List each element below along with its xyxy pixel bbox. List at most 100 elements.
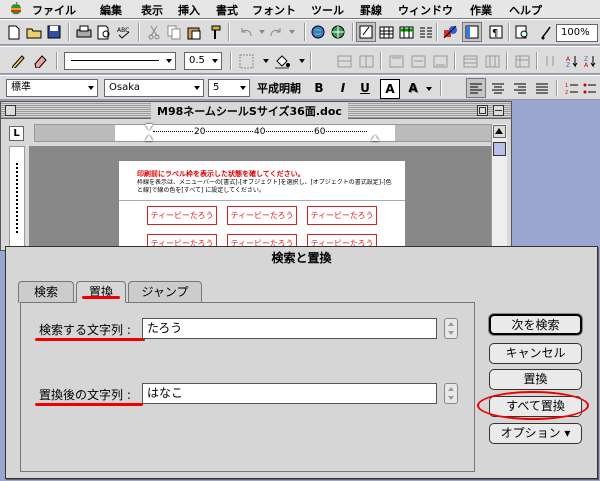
paste-icon[interactable] (184, 22, 204, 42)
zoom-icon[interactable] (512, 22, 532, 42)
text-direction-icon[interactable] (540, 51, 560, 71)
insert-table-icon[interactable] (376, 22, 396, 42)
horizontal-ruler[interactable]: 20 40 60 (34, 124, 494, 142)
tab-find[interactable]: 検索 (18, 281, 74, 303)
replace-input[interactable]: はなこ (142, 383, 437, 404)
menu-table[interactable]: 罫線 (360, 2, 382, 18)
menu-insert[interactable]: 挿入 (178, 2, 200, 18)
insert-excel-icon[interactable] (396, 22, 416, 42)
tab-stop-selector[interactable]: L (9, 126, 24, 141)
zoom-box-icon[interactable] (477, 105, 488, 116)
spelling-icon[interactable]: ABC (114, 22, 134, 42)
menu-font[interactable]: フォント (252, 2, 296, 18)
line-weight-combo[interactable]: 0.5 (184, 52, 222, 70)
fill-color-icon[interactable] (272, 51, 292, 71)
style-combo[interactable]: 標準 (6, 79, 98, 97)
menu-file[interactable]: ファイル (32, 2, 76, 18)
align-left-icon[interactable] (466, 78, 486, 98)
menu-view[interactable]: 表示 (141, 2, 163, 18)
document-page[interactable]: 印刷前にラベル枠を表示した状態を確してください。 枠線を表示は、メニューバーの[… (119, 161, 405, 253)
eraser-icon[interactable] (30, 51, 50, 71)
line-style-combo[interactable] (64, 52, 176, 70)
distribute-rows-icon[interactable] (460, 51, 480, 71)
bold-button[interactable]: B (310, 78, 328, 98)
mincho-font-button[interactable]: 平成明朝 (254, 78, 304, 98)
cancel-button[interactable]: キャンセル (489, 343, 582, 364)
copy-icon[interactable] (164, 22, 184, 42)
show-hide-icon[interactable]: ¶ (486, 22, 506, 42)
menu-edit[interactable]: 編集 (100, 2, 122, 18)
replace-button[interactable]: 置換 (489, 369, 582, 390)
save-icon[interactable] (44, 22, 64, 42)
bullets-icon[interactable] (580, 78, 600, 98)
find-replace-dialog: 検索と置換 検索 置換 ジャンプ 検索する文字列 : たろう 置換後の文字列 :… (5, 246, 598, 479)
tables-borders-icon[interactable] (356, 22, 376, 42)
insert-hyperlink-icon[interactable] (308, 22, 328, 42)
scroll-up-arrow-icon[interactable] (493, 125, 506, 138)
web-toolbar-icon[interactable] (328, 22, 348, 42)
close-box-icon[interactable] (5, 105, 16, 116)
left-indent-marker[interactable] (145, 135, 153, 141)
align-center-text-icon[interactable] (488, 78, 508, 98)
align-top-icon[interactable] (386, 51, 406, 71)
split-cells-icon[interactable] (356, 51, 376, 71)
print-icon[interactable] (74, 22, 94, 42)
pencil-icon[interactable] (8, 51, 28, 71)
options-button[interactable]: オプション ▾ (489, 423, 582, 444)
open-folder-icon[interactable] (24, 22, 44, 42)
menu-bar: ファイル 編集 表示 挿入 書式 フォント ツール 罫線 ウィンドウ 作業 ヘル… (0, 0, 600, 19)
office-assistant-icon[interactable] (536, 22, 556, 42)
columns-icon[interactable] (416, 22, 436, 42)
format-painter-icon[interactable] (204, 22, 224, 42)
menu-window[interactable]: ウィンドウ (398, 2, 453, 18)
document-titlebar[interactable]: M98ネームシールSサイズ36面.doc (1, 102, 511, 119)
menu-help[interactable]: ヘルプ (509, 2, 542, 18)
first-line-indent-marker[interactable] (145, 124, 153, 130)
outline-button[interactable]: A (380, 79, 400, 99)
search-history-stepper[interactable] (444, 318, 458, 339)
justify-icon[interactable] (532, 78, 552, 98)
print-preview-icon[interactable] (94, 22, 114, 42)
shadow-button[interactable]: A (404, 78, 422, 98)
tab-replace[interactable]: 置換 (76, 281, 126, 303)
cut-icon[interactable] (144, 22, 164, 42)
distribute-columns-icon[interactable] (482, 51, 502, 71)
align-bottom-icon[interactable] (430, 51, 450, 71)
fill-color-dropdown-icon[interactable] (292, 51, 312, 71)
italic-button[interactable]: I (334, 78, 352, 98)
sort-descending-icon[interactable]: ZA (580, 51, 600, 71)
redo-dropdown-icon[interactable] (282, 22, 302, 42)
replace-history-stepper[interactable] (444, 383, 458, 404)
align-center-icon[interactable] (408, 51, 428, 71)
font-size-combo[interactable]: 5 (208, 79, 250, 97)
label-cell[interactable]: ティービーたろう (147, 206, 217, 225)
numbering-icon[interactable]: 12 (562, 78, 582, 98)
drawing-icon[interactable] (440, 22, 460, 42)
label-cell[interactable]: ティービーたろう (227, 206, 297, 225)
new-document-icon[interactable] (4, 22, 24, 42)
scroll-thumb[interactable] (493, 142, 506, 156)
sort-ascending-icon[interactable]: AZ (562, 51, 582, 71)
vertical-ruler[interactable] (9, 146, 25, 252)
right-indent-marker[interactable] (371, 135, 379, 141)
tab-jump[interactable]: ジャンプ (128, 281, 202, 303)
document-map-icon[interactable] (462, 22, 482, 42)
font-color-dropdown-icon[interactable] (424, 79, 434, 99)
vertical-scrollbar[interactable] (491, 124, 507, 252)
table-autoformat-icon[interactable] (512, 51, 532, 71)
label-cell[interactable]: ティービーたろう (307, 206, 377, 225)
menu-format[interactable]: 書式 (216, 2, 238, 18)
font-combo[interactable]: Osaka (104, 79, 204, 97)
dialog-title: 検索と置換 (271, 251, 332, 265)
underline-button[interactable]: U (356, 78, 374, 98)
align-right-icon[interactable] (510, 78, 530, 98)
apple-menu-icon[interactable] (10, 2, 22, 15)
menu-work[interactable]: 作業 (470, 2, 492, 18)
search-input[interactable]: たろう (142, 318, 437, 339)
find-next-button[interactable]: 次を検索 (489, 314, 582, 335)
zoom-combo[interactable]: 100% (556, 24, 598, 42)
collapse-box-icon[interactable] (493, 105, 504, 116)
menu-tools[interactable]: ツール (311, 2, 344, 18)
border-color-icon[interactable] (236, 51, 256, 71)
merge-cells-icon[interactable] (334, 51, 354, 71)
